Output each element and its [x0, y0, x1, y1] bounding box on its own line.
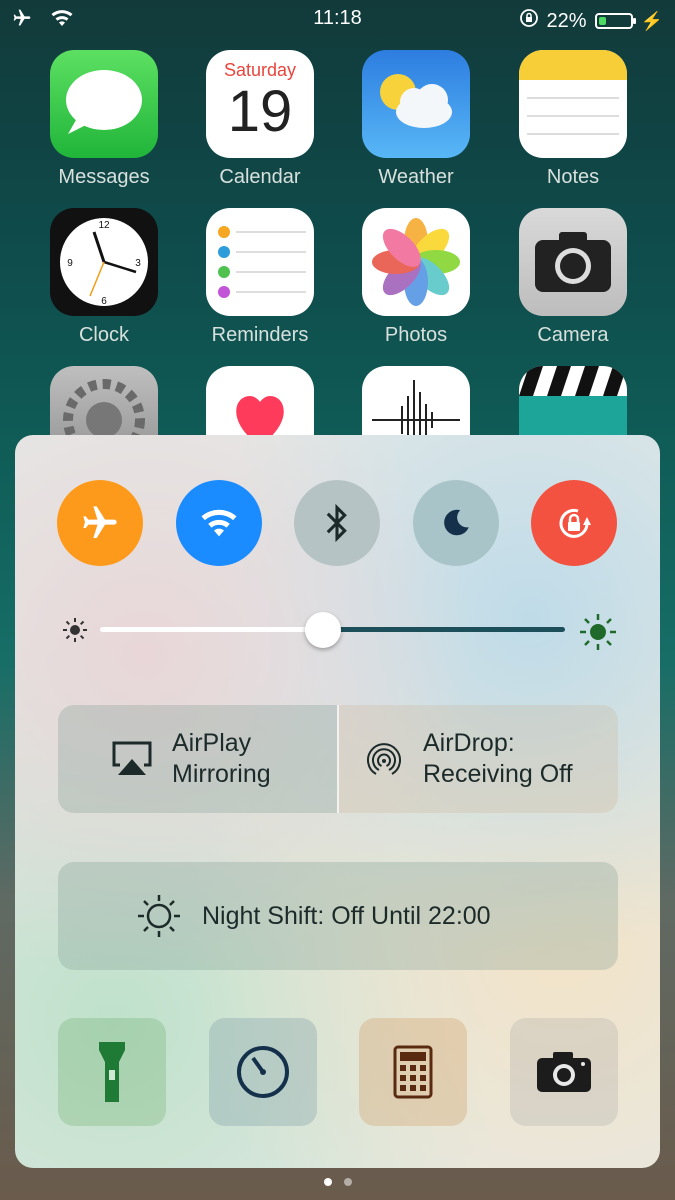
airplay-icon	[112, 741, 152, 775]
svg-text:6: 6	[101, 296, 107, 307]
app-label: Messages	[58, 166, 150, 188]
timer-icon	[236, 1046, 289, 1098]
battery-percent: 22%	[546, 9, 587, 32]
charging-bolt-icon: ⚡	[640, 10, 663, 31]
timer-button[interactable]	[208, 1018, 317, 1126]
airplay-label-line2: Mirroring	[172, 760, 271, 788]
wifi-toggle[interactable]	[175, 480, 262, 566]
app-label: Reminders	[211, 324, 309, 346]
night-shift-icon	[138, 895, 180, 937]
calendar-icon: Saturday 19	[206, 50, 314, 158]
airdrop-label-line1: AirDrop:	[423, 729, 515, 757]
control-center: AirPlay Mirroring AirDrop: Receiving Off…	[15, 435, 660, 1168]
app-label: Photos	[384, 324, 448, 346]
calculator-icon	[393, 1045, 433, 1099]
page-indicator[interactable]	[0, 1178, 675, 1186]
flashlight-icon	[99, 1042, 125, 1102]
airdrop-button[interactable]: AirDrop: Receiving Off	[337, 705, 618, 813]
brightness-track-filled	[100, 627, 324, 632]
night-shift-button[interactable]: Night Shift: Off Until 22:00	[58, 862, 618, 970]
notes-icon	[519, 50, 627, 158]
airplay-airdrop-row: AirPlay Mirroring AirDrop: Receiving Off	[58, 705, 618, 813]
airdrop-icon	[367, 743, 401, 775]
app-notes[interactable]: Notes	[519, 50, 627, 189]
camera-icon	[519, 208, 627, 316]
calendar-day: 19	[227, 79, 293, 144]
app-camera[interactable]: Camera	[519, 208, 627, 347]
app-label: Camera	[537, 324, 609, 346]
svg-text:12: 12	[98, 220, 110, 231]
rotation-lock-icon	[559, 508, 591, 538]
airplay-mirroring-button[interactable]: AirPlay Mirroring	[58, 705, 337, 813]
brightness-slider-thumb[interactable]	[305, 612, 342, 648]
messages-icon	[50, 50, 158, 158]
calendar-weekday: Saturday	[223, 60, 297, 80]
wifi-icon	[201, 509, 236, 537]
camera-button[interactable]	[509, 1018, 618, 1126]
brightness-low-icon	[63, 618, 87, 642]
airdrop-label-line2: Receiving Off	[423, 760, 573, 788]
app-photos[interactable]: Photos	[362, 208, 470, 347]
reminders-icon	[206, 208, 314, 316]
airplay-label-line1: AirPlay	[172, 729, 252, 757]
bluetooth-icon	[326, 503, 347, 543]
weather-icon	[362, 50, 470, 158]
app-label: Clock	[78, 324, 129, 346]
quick-tools-row	[58, 1018, 618, 1126]
do-not-disturb-toggle[interactable]	[412, 480, 499, 566]
brightness-slider[interactable]	[60, 612, 620, 652]
rotation-lock-toggle[interactable]	[531, 480, 617, 566]
orientation-lock-status-icon	[519, 8, 539, 34]
photos-icon	[362, 208, 470, 316]
status-bar: 11:18 22% ⚡	[0, 0, 675, 38]
flashlight-button[interactable]	[58, 1018, 166, 1126]
battery-icon	[594, 13, 636, 29]
moon-icon	[443, 509, 469, 536]
app-label: Notes	[546, 166, 600, 188]
app-label: Calendar	[219, 166, 301, 188]
night-shift-label: Night Shift: Off Until 22:00	[202, 901, 491, 930]
brightness-high-icon	[580, 614, 616, 650]
app-weather[interactable]: Weather	[362, 50, 470, 189]
svg-text:3: 3	[135, 258, 141, 269]
app-clock[interactable]: 12 3 6 9 Clock	[50, 208, 158, 347]
bluetooth-toggle[interactable]	[294, 480, 380, 566]
app-label: Weather	[378, 166, 454, 188]
app-calendar[interactable]: Saturday 19 Calendar	[206, 50, 314, 189]
brightness-track-empty	[323, 627, 565, 632]
page-dot-2[interactable]	[343, 1178, 352, 1186]
app-messages[interactable]: Messages	[50, 50, 158, 189]
airplane-mode-toggle[interactable]	[57, 480, 143, 566]
calculator-button[interactable]	[359, 1018, 468, 1126]
camera-icon	[536, 1052, 591, 1092]
airplane-icon	[83, 506, 117, 538]
clock-icon: 12 3 6 9	[50, 208, 158, 316]
connectivity-toggles	[57, 480, 617, 566]
app-reminders[interactable]: Reminders	[206, 208, 314, 347]
svg-text:9: 9	[67, 258, 73, 269]
page-dot-1[interactable]	[323, 1178, 332, 1186]
